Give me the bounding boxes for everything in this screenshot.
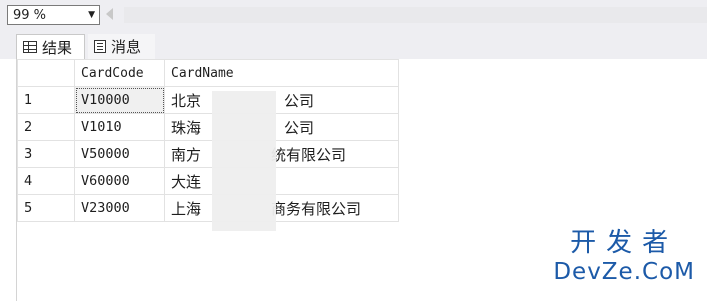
results-table: CardCode CardName 1 V10000 北京 公司 2 V1010 … [17, 59, 399, 222]
result-tabs: 结果 消息 [0, 31, 707, 59]
cardname-end: 公司 [284, 118, 315, 137]
zoom-toolbar: 99 % ▼ [0, 0, 707, 31]
cell-cardcode[interactable]: V23000 [74, 194, 165, 222]
column-header-cardname[interactable]: CardName [164, 59, 399, 87]
zoom-value: 99 % [13, 8, 47, 23]
cell-cardname[interactable]: 珠海 公司 [164, 113, 399, 141]
tab-messages-label: 消息 [111, 38, 142, 56]
cell-cardcode[interactable]: V1010 [74, 113, 165, 141]
table-row[interactable]: 5 V23000 上海 商务有限公司 [17, 194, 399, 222]
row-number[interactable]: 1 [17, 86, 75, 114]
row-number[interactable]: 3 [17, 140, 75, 168]
cardname-end: 统有限公司 [271, 145, 347, 164]
cell-cardname[interactable]: 南方 统有限公司 [164, 140, 399, 168]
watermark-cn: 开发者 [570, 228, 679, 258]
table-row[interactable]: 3 V50000 南方 统有限公司 [17, 140, 399, 168]
table-header-row: CardCode CardName [17, 59, 399, 87]
chevron-down-icon[interactable]: ▼ [88, 8, 95, 22]
row-number[interactable]: 4 [17, 167, 75, 195]
table-row[interactable]: 2 V1010 珠海 公司 [17, 113, 399, 141]
row-number-header[interactable] [17, 59, 75, 87]
scroll-left-icon[interactable] [106, 8, 113, 20]
cell-cardcode[interactable]: V60000 [74, 167, 165, 195]
tab-results-label: 结果 [42, 38, 73, 57]
column-header-cardcode[interactable]: CardCode [74, 59, 165, 87]
row-number[interactable]: 5 [17, 194, 75, 222]
table-row[interactable]: 4 V60000 大连 [17, 167, 399, 195]
table-row[interactable]: 1 V10000 北京 公司 [17, 86, 399, 114]
redaction-overlay [212, 91, 276, 231]
row-number[interactable]: 2 [17, 113, 75, 141]
messages-icon [94, 40, 106, 53]
cell-cardcode[interactable]: V10000 [74, 86, 165, 114]
cardname-end: 公司 [284, 91, 315, 110]
tab-results[interactable]: 结果 [16, 34, 85, 59]
watermark: 开发者 DevZe.CoM [553, 228, 695, 286]
horizontal-scrollbar[interactable] [124, 7, 707, 23]
tab-messages[interactable]: 消息 [88, 34, 155, 59]
cardname-end: 商务有限公司 [271, 199, 362, 218]
cell-cardname[interactable]: 北京 公司 [164, 86, 399, 114]
cell-cardcode[interactable]: V50000 [74, 140, 165, 168]
zoom-select[interactable]: 99 % ▼ [7, 5, 100, 25]
cell-cardname[interactable]: 上海 商务有限公司 [164, 194, 399, 222]
grid-icon [23, 41, 37, 53]
cell-cardname[interactable]: 大连 [164, 167, 399, 195]
watermark-en: DevZe.CoM [553, 259, 695, 285]
